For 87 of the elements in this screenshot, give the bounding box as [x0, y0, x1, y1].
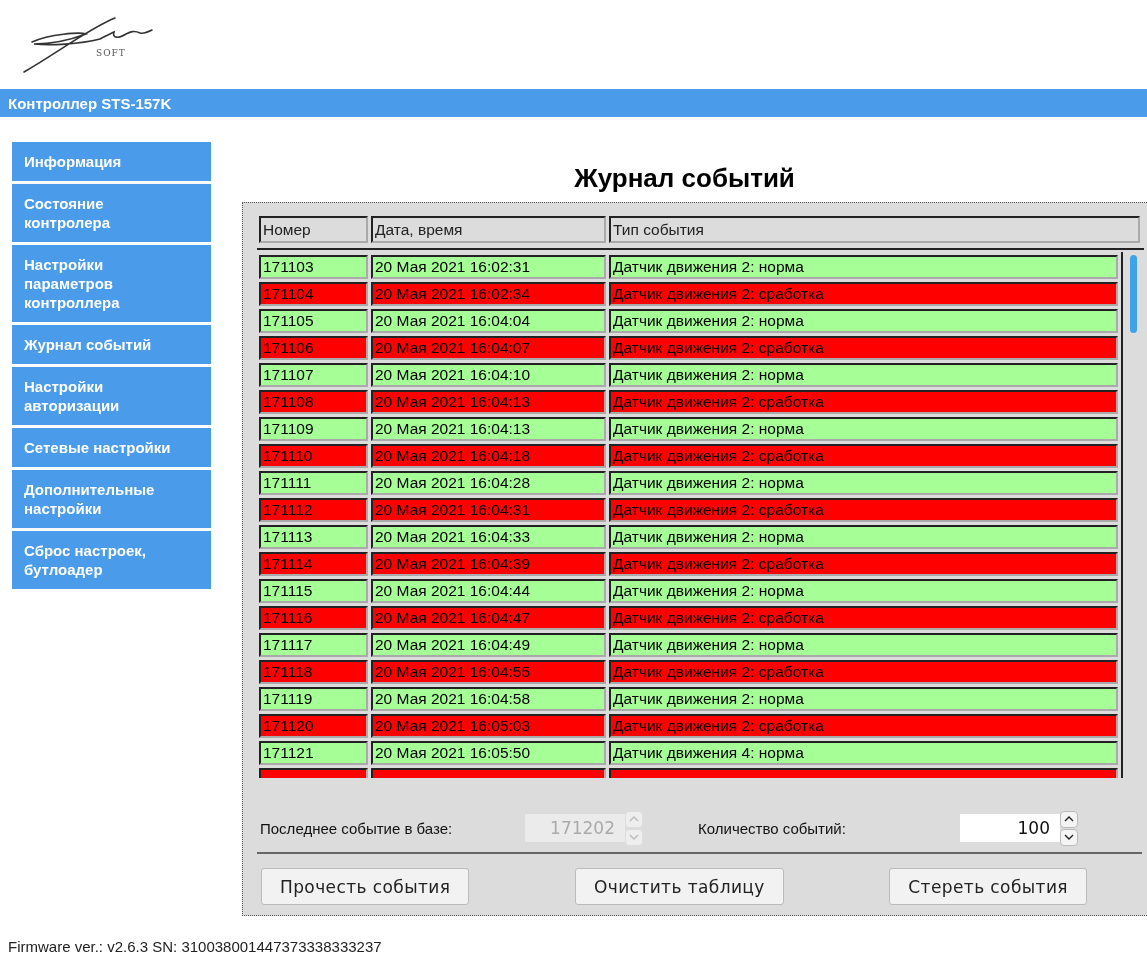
table-cell: Датчик движения 2: сработка	[609, 390, 1118, 414]
table-cell: 171111	[259, 471, 368, 495]
table-cell: 20 Мая 2021 16:04:18	[371, 444, 606, 468]
scrollbar-thumb[interactable]	[1130, 255, 1137, 333]
page-title: Журнал событий	[574, 162, 795, 195]
table-cell: 20 Мая 2021 16:05:03	[371, 714, 606, 738]
table-cell: Датчик движения 2: сработка	[609, 498, 1118, 522]
table-cell: 20 Мая 2021 16:04:31	[371, 498, 606, 522]
table-cell: 20 Мая 2021 16:04:07	[371, 336, 606, 360]
table-cell: Датчик движения 2: сработка	[609, 336, 1118, 360]
action-button[interactable]: Прочесть события	[261, 868, 470, 905]
table-cell: Датчик движения 2: сработка	[609, 444, 1118, 468]
table-cell: 20 Мая 2021 16:04:13	[371, 390, 606, 414]
table-cell: 20 Мая 2021 16:02:34	[371, 282, 606, 306]
table-cell: 171113	[259, 525, 368, 549]
table-cell: Датчик движения 2: норма	[609, 255, 1118, 279]
action-button[interactable]: Стереть события	[889, 868, 1087, 905]
table-cell: 171108	[259, 390, 368, 414]
table-cell: 171103	[259, 255, 368, 279]
column-header: Номер	[259, 216, 368, 243]
table-cell: Датчик движения 4: норма	[609, 741, 1118, 765]
sidebar-item[interactable]: Дополнительные настройки	[12, 470, 211, 528]
table-cell: Датчик движения 2: сработка	[609, 660, 1118, 684]
field-label: Количество событий:	[698, 819, 847, 837]
sidebar-item[interactable]: Сетевые настройки	[12, 428, 211, 467]
table-cell: 171116	[259, 606, 368, 630]
table-cell: 171106	[259, 336, 368, 360]
table-cell: Датчик движения 2: сработка	[609, 282, 1118, 306]
table-cell: 20 Мая 2021 16:04:33	[371, 525, 606, 549]
table-cell: 20 Мая 2021 16:05:50	[371, 741, 606, 765]
logo-subtext: SOFT	[96, 48, 126, 58]
table-cell: 171112	[259, 498, 368, 522]
action-button[interactable]: Очистить таблицу	[574, 868, 784, 905]
table-cell: Датчик движения 2: норма	[609, 687, 1118, 711]
sidebar-item[interactable]: Журнал событий	[12, 325, 211, 364]
table-cell: Датчик движения 2: сработка	[609, 606, 1118, 630]
spin-up-button[interactable]	[1060, 810, 1078, 828]
column-header: Дата, время	[371, 216, 606, 243]
table-cell: 20 Мая 2021 16:04:10	[371, 363, 606, 387]
column-header: Тип события	[609, 216, 1140, 243]
table-cell: 20 Мая 2021 16:04:13	[371, 417, 606, 441]
table-cell: 171117	[259, 633, 368, 657]
table-cell: 171115	[259, 579, 368, 603]
caret-up-icon	[1063, 814, 1075, 824]
table-cell: 171121	[259, 741, 368, 765]
table-cell: Датчик движения 2: норма	[609, 633, 1118, 657]
caret-down-icon	[1063, 832, 1075, 842]
spin-down-button[interactable]	[1060, 828, 1078, 846]
table-cell: Датчик движения 2: норма	[609, 579, 1118, 603]
table-cell: 20 Мая 2021 16:04:04	[371, 309, 606, 333]
table-cell: 171118	[259, 660, 368, 684]
table-cell: 171109	[259, 417, 368, 441]
table-cell: Датчик движения 2: сработка	[609, 714, 1118, 738]
number-field: 171202	[525, 814, 625, 842]
firmware-info: Firmware ver.: v2.6.3 SN: 310038001447373338333237	[7, 938, 383, 955]
caret-down-icon	[628, 832, 640, 842]
table-cell: 20 Мая 2021 16:04:39	[371, 552, 606, 576]
table-cell: 20 Мая 2021 16:02:31	[371, 255, 606, 279]
field-label: Последнее событие в базе:	[260, 819, 454, 837]
header-title: Контроллер STS-157K	[8, 94, 172, 112]
sidebar-item[interactable]: Информация	[12, 142, 211, 181]
table-cell: 171110	[259, 444, 368, 468]
table-cell: Датчик движения 2: норма	[609, 525, 1118, 549]
table-cell: 20 Мая 2021 16:04:44	[371, 579, 606, 603]
table-cell: 20 Мая 2021 16:04:47	[371, 606, 606, 630]
number-field[interactable]: 100	[960, 814, 1060, 842]
sidebar-item[interactable]: Настройки параметров контроллера	[12, 245, 211, 322]
table-cell: 20 Мая 2021 16:04:28	[371, 471, 606, 495]
table-cell: Датчик движения 2: норма	[609, 363, 1118, 387]
signature-logo-icon	[23, 17, 153, 73]
table-cell: 20 Мая 2021 16:04:55	[371, 660, 606, 684]
table-cell: 171119	[259, 687, 368, 711]
sidebar-item[interactable]: Состояние контролера	[12, 184, 211, 242]
table-cell: Датчик движения 2: норма	[609, 309, 1118, 333]
table-cell: 171107	[259, 363, 368, 387]
table-cell: Датчик движения 2: сработка	[609, 552, 1118, 576]
table-cell: 171120	[259, 714, 368, 738]
table-cell: Датчик движения 2: норма	[609, 417, 1118, 441]
table-cell: Датчик движения 2: норма	[609, 471, 1118, 495]
sidebar-item[interactable]: Сброс настроек, бутлоадер	[12, 531, 211, 589]
table-cell: 171105	[259, 309, 368, 333]
sidebar-item[interactable]: Настройки авторизации	[12, 367, 211, 425]
table-cell: 20 Мая 2021 16:04:58	[371, 687, 606, 711]
table-cell: 171104	[259, 282, 368, 306]
table-cell: 20 Мая 2021 16:04:49	[371, 633, 606, 657]
table-cell: 171114	[259, 552, 368, 576]
caret-up-icon	[628, 814, 640, 824]
